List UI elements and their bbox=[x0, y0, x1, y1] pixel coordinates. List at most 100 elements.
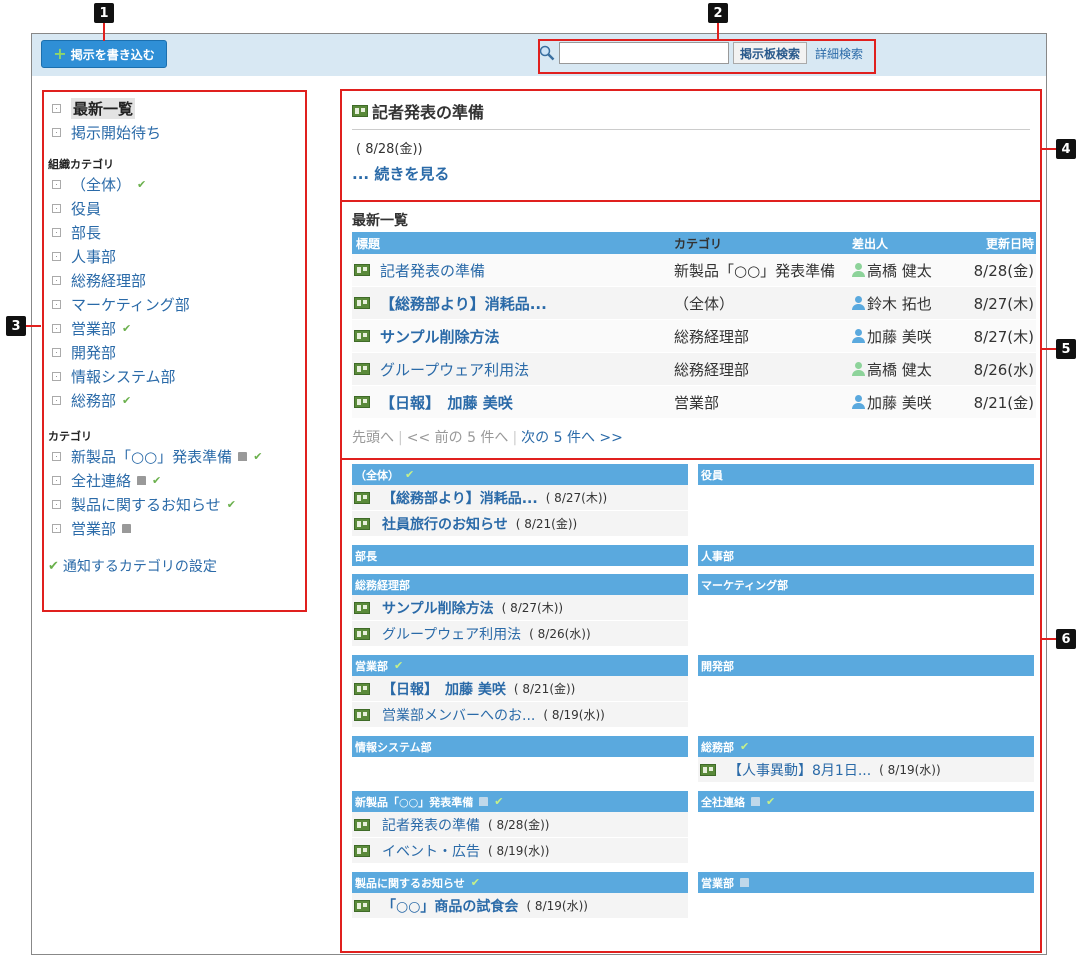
featured-title[interactable]: 記者発表の準備 bbox=[352, 97, 1030, 125]
post-link[interactable]: サンプル削除方法 bbox=[380, 326, 500, 347]
notify-settings-link[interactable]: ✔ 通知するカテゴリの設定 bbox=[44, 556, 305, 576]
post-link[interactable]: 「○○」商品の試食会 bbox=[382, 896, 518, 916]
category-header[interactable]: 全社連絡 ✔ bbox=[698, 791, 1034, 812]
post-link[interactable]: イベント・広告 bbox=[382, 841, 480, 861]
post-link[interactable]: 【人事異動】8月1日... bbox=[728, 760, 871, 780]
row-sender[interactable]: 高橋 健太 bbox=[867, 260, 932, 281]
user-icon bbox=[852, 263, 865, 277]
check-icon: ✔ bbox=[253, 449, 263, 463]
bullet-icon bbox=[52, 499, 61, 509]
row-sender[interactable]: 高橋 健太 bbox=[867, 359, 932, 380]
sidebar-item-exec[interactable]: 役員 bbox=[44, 196, 305, 220]
post-date: ( 8/21(金)) bbox=[513, 682, 576, 696]
category-header[interactable]: 役員 bbox=[698, 464, 1034, 485]
bullet-icon bbox=[52, 251, 61, 261]
category-header[interactable]: （全体） ✔ bbox=[352, 464, 688, 485]
category-block: 総務経理部 サンプル削除方法 ( 8/27(木)) グループウェア利用法 ( 8/2… bbox=[352, 574, 688, 647]
sidebar-item-marketing[interactable]: マーケティング部 bbox=[44, 292, 305, 316]
category-block: 営業部 ✔ 【日報】 加藤 美咲 ( 8/21(金)) 営業部メンバーへのお... (… bbox=[352, 655, 688, 728]
pager-next[interactable]: 次の 5 件へ >> bbox=[521, 430, 623, 446]
lock-icon bbox=[137, 475, 147, 485]
post-date: ( 8/19(水)) bbox=[488, 844, 550, 858]
col-sender[interactable]: 差出人 bbox=[852, 235, 966, 252]
callout-badge-6: 6 bbox=[1056, 629, 1076, 649]
check-icon: ✔ bbox=[494, 795, 504, 808]
col-subject[interactable]: 標題 bbox=[352, 235, 674, 252]
row-date: 8/26(水) bbox=[973, 360, 1034, 379]
post-link[interactable]: 【日報】 加藤 美咲 bbox=[380, 392, 513, 413]
category-header[interactable]: 総務経理部 bbox=[352, 574, 688, 595]
sidebar-item-company[interactable]: 全社連絡 ✔ bbox=[44, 468, 305, 492]
post-link[interactable]: 社員旅行のお知らせ bbox=[382, 514, 508, 534]
category-header[interactable]: 開発部 bbox=[698, 655, 1034, 676]
category-block: 新製品「○○」発表準備 ✔ 記者発表の準備 ( 8/28(金)) イベント・広告 ( … bbox=[352, 791, 688, 864]
table-header: 標題 カテゴリ 差出人 更新日時 bbox=[352, 232, 1036, 254]
table-row: 記者発表の準備 新製品「○○」発表準備 高橋 健太 8/28(金) bbox=[352, 254, 1036, 287]
sidebar-item-pending[interactable]: 掲示開始待ち bbox=[44, 120, 305, 144]
category-header[interactable]: 人事部 bbox=[698, 545, 1034, 566]
board-icon bbox=[354, 363, 370, 375]
post-link[interactable]: 【総務部より】消耗品... bbox=[382, 488, 538, 508]
category-header[interactable]: 営業部 bbox=[698, 872, 1034, 893]
post-link[interactable]: 【総務部より】消耗品... bbox=[380, 293, 547, 314]
post-link[interactable]: 営業部メンバーへのお... bbox=[382, 705, 535, 725]
sidebar-item-hr[interactable]: 人事部 bbox=[44, 244, 305, 268]
category-header[interactable]: 情報システム部 bbox=[352, 736, 688, 757]
bullet-icon bbox=[52, 127, 61, 137]
sidebar-item-dev[interactable]: 開発部 bbox=[44, 340, 305, 364]
callout-badge-4: 4 bbox=[1056, 139, 1076, 159]
sidebar-item-latest[interactable]: 最新一覧 bbox=[44, 96, 305, 120]
list-item: 【人事異動】8月1日... ( 8/19(水)) bbox=[698, 757, 1034, 783]
check-icon: ✔ bbox=[405, 468, 415, 481]
category-header[interactable]: 新製品「○○」発表準備 ✔ bbox=[352, 791, 688, 812]
sidebar-item-sales[interactable]: 営業部 ✔ bbox=[44, 316, 305, 340]
sidebar-item-managers[interactable]: 部長 bbox=[44, 220, 305, 244]
board-icon bbox=[354, 264, 370, 276]
post-link[interactable]: グループウェア利用法 bbox=[382, 624, 521, 644]
category-header[interactable]: 総務部 ✔ bbox=[698, 736, 1034, 757]
board-icon bbox=[354, 396, 370, 408]
post-link[interactable]: 【日報】 加藤 美咲 bbox=[382, 679, 506, 699]
sidebar-item-is[interactable]: 情報システム部 bbox=[44, 364, 305, 388]
category-header[interactable]: 営業部 ✔ bbox=[352, 655, 688, 676]
post-link[interactable]: 記者発表の準備 bbox=[382, 815, 480, 835]
lock-icon bbox=[751, 797, 760, 806]
post-link[interactable]: 記者発表の準備 bbox=[380, 260, 485, 281]
callout-line bbox=[1040, 638, 1056, 640]
row-sender[interactable]: 加藤 美咲 bbox=[867, 326, 932, 347]
category-header[interactable]: マーケティング部 bbox=[698, 574, 1034, 595]
post-date: ( 8/21(金)) bbox=[515, 517, 578, 531]
post-link[interactable]: グループウェア利用法 bbox=[380, 359, 529, 380]
board-icon bbox=[354, 297, 370, 309]
sidebar-item-all[interactable]: （全体） ✔ bbox=[44, 172, 305, 196]
post-date: ( 8/27(木)) bbox=[501, 601, 564, 615]
write-post-button[interactable]: + 掲示を書き込む bbox=[41, 40, 167, 68]
category-header[interactable]: 部長 bbox=[352, 545, 688, 566]
list-item: 【日報】 加藤 美咲 ( 8/21(金)) bbox=[352, 676, 688, 702]
row-date: 8/27(木) bbox=[973, 294, 1034, 313]
col-category[interactable]: カテゴリ bbox=[674, 235, 852, 252]
check-icon: ✔ bbox=[137, 177, 147, 191]
sidebar-item-genacct[interactable]: 総務経理部 bbox=[44, 268, 305, 292]
board-icon bbox=[354, 844, 370, 857]
sidebar-item-newprod[interactable]: 新製品「○○」発表準備 ✔ bbox=[44, 444, 305, 468]
list-item: 記者発表の準備 ( 8/28(金)) bbox=[352, 812, 688, 838]
sidebar-item-general[interactable]: 総務部 ✔ bbox=[44, 388, 305, 412]
row-sender[interactable]: 加藤 美咲 bbox=[867, 392, 932, 413]
callout-badge-5: 5 bbox=[1056, 339, 1076, 359]
divider bbox=[352, 129, 1030, 130]
bullet-icon bbox=[52, 371, 61, 381]
board-icon bbox=[354, 818, 370, 831]
callout-badge-1: 1 bbox=[94, 3, 114, 23]
callout-line bbox=[103, 20, 105, 41]
pager: 先頭へ | << 前の 5 件へ | 次の 5 件へ >> bbox=[352, 430, 623, 446]
check-icon: ✔ bbox=[122, 321, 132, 335]
post-date: ( 8/27(木)) bbox=[545, 491, 608, 505]
read-more-link[interactable]: ... 続きを見る bbox=[352, 163, 1030, 184]
sidebar-item-productnews[interactable]: 製品に関するお知らせ ✔ bbox=[44, 492, 305, 516]
sidebar-item-sales-cat[interactable]: 営業部 bbox=[44, 516, 305, 540]
category-header[interactable]: 製品に関するお知らせ ✔ bbox=[352, 872, 688, 893]
post-link[interactable]: サンプル削除方法 bbox=[382, 598, 494, 618]
col-updated[interactable]: 更新日時 bbox=[966, 235, 1036, 252]
row-sender[interactable]: 鈴木 拓也 bbox=[867, 293, 932, 314]
